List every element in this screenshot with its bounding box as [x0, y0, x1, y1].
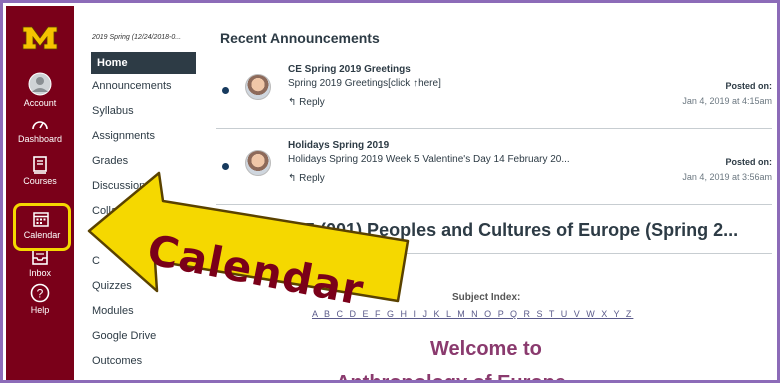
- announcement-divider: [216, 204, 772, 205]
- course-nav-announcements[interactable]: Announcements: [92, 80, 172, 92]
- course-nav-syllabus[interactable]: Syllabus: [92, 105, 134, 117]
- posted-date: Jan 4, 2019 at 3:56am: [682, 172, 772, 182]
- course-nav-discussions[interactable]: Discussions: [92, 180, 151, 192]
- welcome-heading: Welcome to: [430, 338, 542, 360]
- courses-icon: [33, 156, 47, 174]
- global-nav-dashboard-label: Dashboard: [17, 134, 63, 144]
- reply-arrow-icon: ↰: [288, 173, 300, 184]
- course-nav-grades[interactable]: Grades: [92, 155, 128, 167]
- announcement-divider: [216, 128, 772, 129]
- announcement-body: Holidays Spring 2019 Week 5 Valentine's …: [288, 154, 570, 165]
- reply-label: Reply: [299, 173, 325, 184]
- course-nav-assignments[interactable]: Assignments: [92, 130, 155, 142]
- course-nav-collaborations[interactable]: Collaborations: [92, 205, 162, 217]
- university-logo-icon[interactable]: [22, 26, 58, 50]
- canvas-window: Account Dashboard Courses Inbox ? Help C…: [0, 0, 780, 383]
- course-nav-item-c[interactable]: C: [92, 255, 100, 267]
- reply-label: Reply: [299, 97, 325, 108]
- welcome-subheading: Anthropology of Europe: [336, 372, 566, 383]
- help-icon: ?: [30, 283, 50, 303]
- course-title: ANTH 3635 (001) Peoples and Cultures of …: [220, 220, 739, 240]
- posted-on-label: Posted on:: [725, 157, 773, 167]
- posted-date: Jan 4, 2019 at 4:15am: [682, 96, 772, 106]
- course-nav-outcomes[interactable]: Outcomes: [92, 355, 142, 367]
- global-nav-courses-label: Courses: [23, 176, 57, 186]
- svg-text:?: ?: [37, 287, 44, 301]
- unread-dot-icon: [222, 87, 229, 94]
- announcement-body: Spring 2019 Greetings[click ↑here]: [288, 78, 441, 89]
- course-nav: 2019 Spring (12/24/2018-0... Home Announ…: [74, 6, 202, 380]
- global-nav: Account Dashboard Courses Inbox ? Help: [6, 6, 74, 380]
- global-nav-inbox[interactable]: Inbox: [6, 248, 74, 278]
- reply-link[interactable]: ↰ Reply: [288, 173, 325, 184]
- account-icon: [28, 72, 52, 96]
- reply-arrow-icon: ↰: [288, 97, 300, 108]
- alphabet-index-links[interactable]: A B C D E F G H I J K L M N O P Q R S T …: [312, 309, 633, 319]
- course-nav-google-drive[interactable]: Google Drive: [92, 330, 156, 342]
- course-nav-home[interactable]: Home: [91, 52, 196, 74]
- global-nav-courses[interactable]: Courses: [6, 156, 74, 186]
- global-nav-calendar-label: Calendar: [23, 230, 61, 240]
- global-nav-inbox-label: Inbox: [28, 268, 52, 278]
- term-breadcrumb[interactable]: 2019 Spring (12/24/2018-0...: [92, 34, 181, 41]
- main-content: Recent Announcements CE Spring 2019 Gree…: [202, 6, 777, 383]
- global-nav-account[interactable]: Account: [6, 72, 74, 108]
- calendar-icon: [33, 212, 49, 227]
- course-nav-quizzes[interactable]: Quizzes: [92, 280, 132, 292]
- global-nav-account-label: Account: [23, 98, 57, 108]
- subject-index-label: Subject Index:: [452, 292, 521, 303]
- recent-announcements-heading: Recent Announcements: [220, 30, 380, 46]
- avatar[interactable]: [245, 74, 271, 100]
- global-nav-calendar[interactable]: Calendar: [13, 203, 71, 251]
- global-nav-dashboard[interactable]: Dashboard: [6, 116, 74, 144]
- avatar[interactable]: [245, 150, 271, 176]
- dashboard-icon: [32, 121, 48, 130]
- global-nav-help-label: Help: [30, 305, 50, 315]
- global-nav-help[interactable]: ? Help: [6, 283, 74, 315]
- posted-on-label: Posted on:: [725, 81, 773, 91]
- course-nav-modules[interactable]: Modules: [92, 305, 134, 317]
- announcement-title[interactable]: Holidays Spring 2019: [288, 140, 389, 151]
- unread-dot-icon: [222, 163, 229, 170]
- reply-link[interactable]: ↰ Reply: [288, 97, 325, 108]
- announcement-item: Holidays Spring 2019 Holidays Spring 201…: [216, 138, 772, 198]
- announcement-item: CE Spring 2019 Greetings Spring 2019 Gre…: [216, 62, 772, 122]
- announcement-title[interactable]: CE Spring 2019 Greetings: [288, 64, 411, 75]
